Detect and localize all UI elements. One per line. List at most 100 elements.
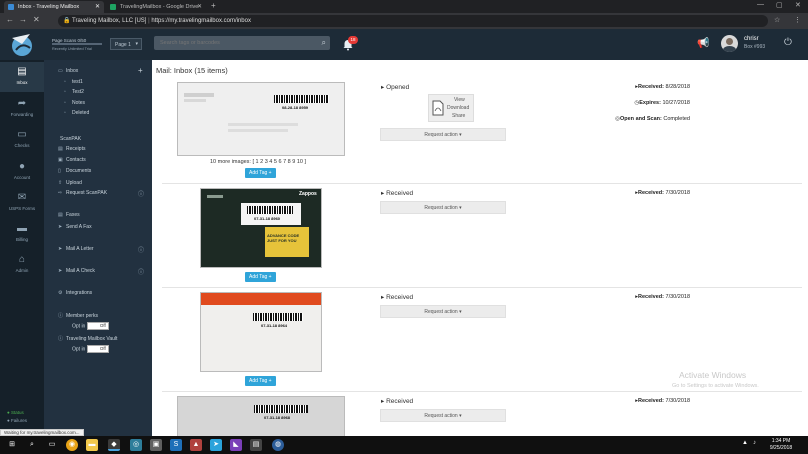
app-icon[interactable]: ◎ — [130, 439, 142, 451]
sidebar-item-checks[interactable]: ▭ Checks — [0, 125, 44, 155]
sidebar-item-usps-forms[interactable]: ✉ USPS Forms — [0, 188, 44, 218]
upload-icon: ⇧ — [58, 180, 63, 186]
add-folder-icon[interactable]: + — [138, 66, 143, 75]
search-icon[interactable]: ⌕ — [26, 439, 38, 451]
subnav-folder-test2[interactable]: ▫ Test2 — [64, 89, 84, 95]
search-box[interactable]: ⌕ — [154, 36, 330, 50]
sidebar-item-inbox[interactable]: ▤ Inbox — [0, 62, 44, 92]
inbox-icon: ▤ — [17, 66, 27, 77]
sidebar-item-billing[interactable]: ▬ Billing — [0, 219, 44, 249]
subnav-upload[interactable]: ⇧ Upload — [58, 180, 82, 186]
failures-indicator: ● Failures — [7, 418, 27, 423]
sidebar-item-admin[interactable]: ⌂ Admin — [0, 250, 44, 280]
tab-favicon-icon — [8, 4, 14, 10]
subnav-documents[interactable]: ▯ Documents — [58, 168, 91, 174]
clock-date[interactable]: 9/25/2018 — [764, 445, 798, 451]
folder-icon: ▫ — [64, 89, 66, 95]
network-icon[interactable]: ▲ — [742, 440, 748, 446]
request-action-button[interactable]: Request action ▾ — [380, 201, 506, 214]
chrome-icon[interactable]: ◉ — [66, 439, 78, 451]
search-icon[interactable]: ⌕ — [322, 38, 326, 48]
avatar[interactable] — [721, 35, 738, 52]
close-icon[interactable]: ✕ — [197, 3, 202, 10]
url-owner: Traveling Mailbox, LLC [US] — [72, 18, 147, 24]
info-icon[interactable]: ⓘ — [138, 189, 144, 198]
mail-item: 07-31-18 8968 ▸ Received Request action … — [162, 392, 802, 436]
url-field[interactable]: 🔒 Traveling Mailbox, LLC [US] | https://… — [58, 15, 768, 27]
skype-icon[interactable]: S — [170, 439, 182, 451]
vault-toggle[interactable]: Off — [86, 345, 109, 353]
maximize-icon[interactable]: ▢ — [776, 1, 783, 9]
add-tag-button[interactable]: Add Tag + — [245, 168, 276, 178]
pdf-icon — [432, 100, 444, 116]
star-icon[interactable]: ☆ — [774, 16, 780, 24]
page-select[interactable]: Page 1 ▾ — [110, 38, 142, 50]
file-explorer-icon[interactable]: ▬ — [86, 439, 98, 451]
visual-studio-icon[interactable]: ◣ — [230, 439, 242, 451]
volume-icon[interactable]: ♪ — [753, 440, 756, 446]
notification-bell[interactable]: 18 — [342, 36, 358, 52]
app-icon[interactable]: ▣ — [150, 439, 162, 451]
subnav-folder-deleted[interactable]: ▫ Deleted — [64, 110, 89, 116]
power-icon[interactable]: ⏻ — [784, 37, 792, 48]
sidebar-item-forwarding[interactable]: ➦ Forwarding — [0, 94, 44, 124]
received-date: ▸Received: 7/30/2018 — [635, 398, 690, 404]
menu-icon[interactable]: ⋮ — [794, 16, 801, 24]
request-action-button[interactable]: Request action ▾ — [380, 305, 506, 318]
subnav-mail-check[interactable]: ➤ Mail A Check — [58, 268, 95, 274]
scans-progress — [52, 43, 102, 45]
megaphone-icon[interactable]: 📢 — [697, 38, 709, 49]
received-date: ▸Received: 7/30/2018 — [635, 190, 690, 196]
subnav-contacts[interactable]: ▣ Contacts — [58, 157, 86, 163]
user-name[interactable]: chrisr — [744, 36, 759, 42]
stop-icon[interactable]: ✕ — [33, 16, 40, 24]
mail-image[interactable]: 07-31-18 8964 — [200, 292, 322, 372]
subnav-integrations[interactable]: ⚙ Integrations — [58, 290, 92, 296]
logo-icon[interactable] — [8, 32, 36, 58]
back-icon[interactable]: ← — [6, 16, 14, 24]
add-tag-button[interactable]: Add Tag + — [245, 376, 276, 386]
browser-tab-inbox[interactable]: Inbox - Traveling Mailbox ✕ — [4, 1, 104, 13]
info-icon[interactable]: ⓘ — [138, 245, 144, 254]
clock-time[interactable]: 1:34 PM — [764, 438, 798, 444]
windows-taskbar: ⊞ ⌕ ▭ ◉ ▬ ◆ ◎ ▣ S ▲ ➤ ◣ ▤ ◍ 1:34 PM 9/25… — [0, 436, 808, 454]
close-icon[interactable]: ✕ — [95, 3, 100, 10]
minimize-icon[interactable]: — — [757, 1, 764, 8]
subnav-inbox[interactable]: ▭ Inbox — [58, 68, 78, 74]
subnav-faxes[interactable]: ▤ Faxes — [58, 212, 80, 218]
view-link[interactable]: View — [454, 97, 465, 103]
mail-image[interactable]: Zappos 07-31-18 8960 ADVANCE CODE JUST F… — [200, 188, 322, 268]
app-icon[interactable]: ◆ — [108, 439, 120, 451]
request-action-button[interactable]: Request action ▾ — [380, 409, 506, 422]
subnav-receipts[interactable]: ▤ Receipts — [58, 146, 85, 152]
request-action-button[interactable]: Request action ▾ — [380, 128, 506, 141]
contact-icon: ▣ — [58, 157, 63, 163]
barcode-number: 07-31-18 8960 — [254, 216, 281, 221]
info-icon[interactable]: ⓘ — [138, 267, 144, 276]
app-icon[interactable]: ▤ — [250, 439, 262, 451]
subnav-send-fax[interactable]: ➤ Send A Fax — [58, 224, 92, 230]
subnav-folder-notes[interactable]: ▫ Notes — [64, 100, 85, 106]
subnav-folder-test1[interactable]: ▫ test1 — [64, 79, 83, 85]
new-tab-icon[interactable]: + — [211, 1, 216, 10]
app-icon[interactable]: ▲ — [190, 439, 202, 451]
add-tag-button[interactable]: Add Tag + — [245, 272, 276, 282]
mail-status: ▸ Received — [381, 398, 414, 405]
task-view-icon[interactable]: ▭ — [46, 439, 58, 451]
mail-image[interactable]: 07-31-18 8968 — [177, 396, 345, 436]
share-link[interactable]: Share — [452, 113, 465, 119]
subnav-mail-letter[interactable]: ➤ Mail A Letter — [58, 246, 94, 252]
windows-start-icon[interactable]: ⊞ — [6, 439, 18, 451]
download-link[interactable]: Download — [447, 105, 469, 111]
app-icon[interactable]: ◍ — [272, 439, 284, 451]
more-images-links[interactable]: 10 more images: [ 1 2 3 4 5 6 7 8 9 10 ] — [210, 159, 306, 165]
browser-tab-drive[interactable]: TravelingMailbox - Google Drive ✕ — [106, 1, 206, 13]
window-close-icon[interactable]: ✕ — [795, 1, 801, 9]
mail-image[interactable]: 08-28-18 8959 — [177, 82, 345, 156]
search-input[interactable] — [154, 36, 314, 50]
forward-icon[interactable]: → — [19, 16, 27, 24]
member-perks-toggle[interactable]: Off — [86, 322, 109, 330]
subnav-request-scanpak[interactable]: ⇨ Request ScanPAK — [58, 190, 107, 196]
telegram-icon[interactable]: ➤ — [210, 439, 222, 451]
sidebar-item-account[interactable]: ● Account — [0, 157, 44, 187]
